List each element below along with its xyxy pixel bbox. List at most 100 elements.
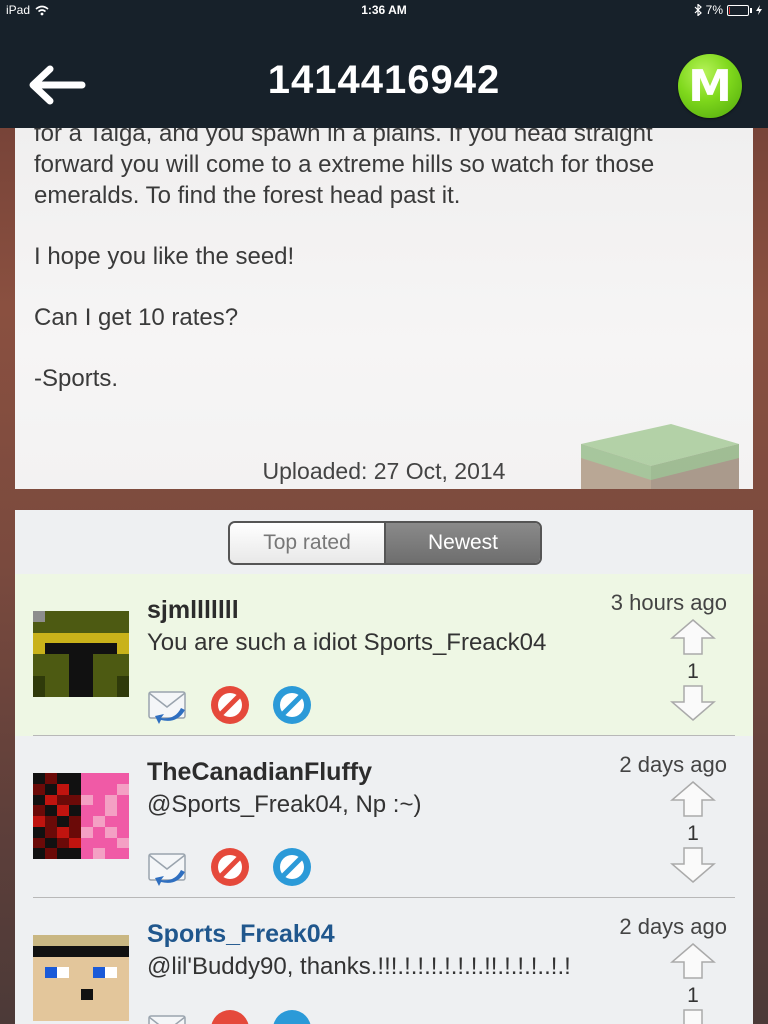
avatar-pixel [33, 773, 45, 784]
upvote-arrow-icon[interactable] [670, 780, 716, 818]
tab-top-rated[interactable]: Top rated [230, 523, 386, 563]
avatar-pixel [57, 826, 69, 838]
avatar-pixel [81, 945, 93, 957]
avatar-pixel [117, 654, 129, 665]
battery-icon [727, 4, 749, 16]
avatar-pixel [105, 805, 117, 816]
avatar-pixel [45, 621, 57, 633]
avatar-pixel [105, 945, 117, 957]
avatar-pixel [69, 783, 81, 795]
avatar-pixel [81, 988, 93, 1000]
avatar-pixel [57, 773, 69, 784]
avatar-pixel [105, 1010, 117, 1021]
avatar-pixel [93, 643, 105, 654]
comment-username[interactable]: Sports_Freak04 [147, 920, 335, 949]
description-paragraph: I hope you like the seed! [34, 243, 295, 270]
avatar-pixel [93, 621, 105, 633]
avatar-pixel [69, 945, 81, 957]
avatar-pixel [45, 805, 57, 816]
block-user-icon[interactable] [209, 1008, 251, 1024]
avatar-pixel [81, 978, 93, 989]
avatar-pixel [45, 978, 57, 989]
avatar-pixel [33, 686, 45, 697]
avatar-pixel [69, 621, 81, 633]
avatar-pixel [81, 783, 93, 795]
avatar-pixel [69, 805, 81, 816]
avatar-pixel [45, 773, 57, 784]
avatar-pixel [93, 967, 105, 978]
avatar [33, 611, 129, 697]
avatar-pixel [81, 675, 93, 687]
block-user-icon[interactable] [209, 684, 251, 726]
avatar-pixel [57, 816, 69, 827]
avatar-pixel [93, 1010, 105, 1021]
avatar-pixel [93, 988, 105, 1000]
comment-username[interactable]: TheCanadianFluffy [147, 758, 372, 787]
logo-button[interactable]: M [678, 54, 742, 118]
avatar-pixel [81, 654, 93, 665]
avatar-pixel [117, 686, 129, 697]
avatar-pixel [33, 654, 45, 665]
downvote-arrow-icon[interactable] [670, 846, 716, 884]
avatar-pixel [33, 783, 45, 795]
clock: 1:36 AM [361, 3, 407, 17]
avatar-pixel [57, 686, 69, 697]
avatar-pixel [69, 611, 81, 622]
upvote-arrow-icon[interactable] [670, 618, 716, 656]
avatar-pixel [117, 664, 129, 676]
avatar-pixel [33, 643, 45, 654]
avatar-pixel [57, 805, 69, 816]
avatar-pixel [93, 664, 105, 676]
block-user-icon[interactable] [209, 846, 251, 888]
avatar-pixel [105, 773, 117, 784]
reply-envelope-icon[interactable] [147, 846, 189, 888]
avatar-pixel [117, 794, 129, 806]
vote-count: 1 [687, 984, 699, 1007]
avatar-pixel [69, 935, 81, 946]
avatar [33, 773, 129, 859]
charging-icon [756, 5, 762, 15]
avatar-pixel [69, 1010, 81, 1021]
avatar-pixel [45, 967, 57, 978]
reply-envelope-icon[interactable] [147, 684, 189, 726]
avatar-pixel [57, 664, 69, 676]
avatar-pixel [81, 621, 93, 633]
description-paragraph: for a Taiga, and you spawn in a plains. … [34, 128, 655, 209]
avatar-pixel [33, 1010, 45, 1021]
avatar-pixel [33, 956, 45, 968]
comment-timestamp: 3 hours ago [610, 590, 727, 615]
avatar-pixel [81, 643, 93, 654]
report-icon[interactable] [271, 1008, 313, 1024]
avatar-pixel [117, 805, 129, 816]
avatar-pixel [45, 956, 57, 968]
avatar-pixel [69, 826, 81, 838]
comment-username[interactable]: sjmlllllll [147, 596, 239, 625]
avatar-pixel [93, 956, 105, 968]
avatar-pixel [93, 686, 105, 697]
avatar-pixel [117, 643, 129, 654]
avatar-pixel [69, 632, 81, 644]
report-icon[interactable] [271, 846, 313, 888]
avatar-pixel [69, 816, 81, 827]
avatar-pixel [57, 794, 69, 806]
avatar-pixel [117, 967, 129, 978]
avatar-pixel [81, 664, 93, 676]
avatar-pixel [117, 826, 129, 838]
avatar-pixel [93, 794, 105, 806]
avatar-pixel [117, 773, 129, 784]
avatar [33, 935, 129, 1021]
avatar-pixel [69, 794, 81, 806]
downvote-arrow-icon[interactable] [670, 1008, 716, 1024]
vote-count: 1 [687, 660, 699, 683]
avatar-pixel [93, 999, 105, 1011]
avatar-pixel [57, 783, 69, 795]
comment-text: @lil'Buddy90, thanks.!!!.!.!.!.!.!.!.!!.… [147, 953, 571, 980]
report-icon[interactable] [271, 684, 313, 726]
avatar-pixel [69, 837, 81, 849]
downvote-arrow-icon[interactable] [670, 684, 716, 722]
description-paragraph: Can I get 10 rates? [34, 304, 239, 331]
reply-envelope-icon[interactable] [147, 1008, 189, 1024]
tab-newest[interactable]: Newest [386, 523, 540, 563]
avatar-pixel [117, 935, 129, 946]
upvote-arrow-icon[interactable] [670, 942, 716, 980]
